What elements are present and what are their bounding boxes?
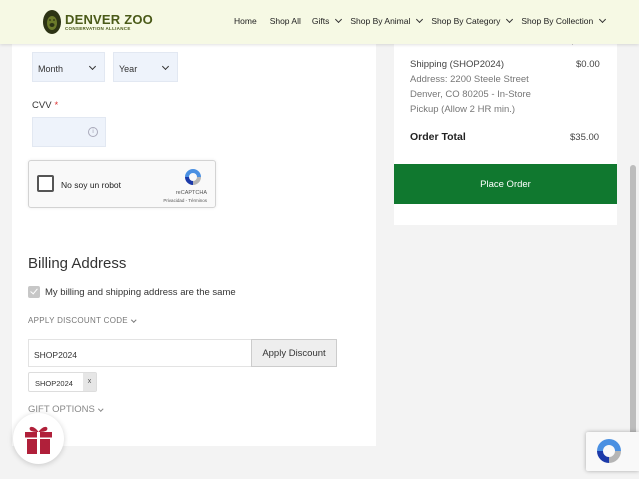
nav-home[interactable]: Home — [234, 16, 257, 26]
apply-discount-toggle[interactable]: APPLY DISCOUNT CODE — [28, 316, 137, 325]
gift-icon — [25, 426, 52, 454]
nav-shop-by-animal[interactable]: Shop By Animal — [350, 15, 424, 26]
chevron-down-icon — [335, 15, 343, 24]
chevron-down-icon — [416, 15, 424, 24]
order-total-value: $35.00 — [570, 132, 600, 143]
apply-discount-button[interactable]: Apply Discount — [251, 339, 337, 367]
chevron-down-icon — [599, 15, 607, 24]
recaptcha-checkbox[interactable] — [37, 175, 54, 192]
shipping-value: $0.00 — [576, 59, 600, 70]
chevron-down-icon — [88, 62, 97, 71]
same-address-label[interactable]: My billing and shipping address are the … — [45, 287, 236, 298]
logo-subtitle: CONSERVATION ALLIANCE — [65, 25, 131, 31]
discount-code-input[interactable]: SHOP2024 — [28, 339, 251, 367]
nav-gifts[interactable]: Gifts — [312, 15, 343, 26]
chevron-down-icon — [161, 62, 170, 71]
gift-bubble-button[interactable] — [13, 413, 64, 464]
recaptcha-icon — [597, 439, 621, 463]
nav-shop-all[interactable]: Shop All — [270, 16, 301, 26]
chevron-down-icon — [131, 317, 137, 322]
cvv-input[interactable]: i — [32, 117, 106, 147]
main-nav: Home Shop All Gifts Shop By Animal Shop … — [234, 15, 607, 26]
page-scrollbar[interactable] — [630, 165, 636, 465]
chevron-down-icon — [98, 406, 104, 411]
recaptcha-widget: No soy un robot reCAPTCHA Privacidad - T… — [28, 160, 216, 208]
nav-shop-by-category[interactable]: Shop By Category — [431, 15, 514, 26]
site-header: DENVER ZOO CONSERVATION ALLIANCE Home Sh… — [0, 0, 639, 44]
recaptcha-badge[interactable] — [586, 432, 639, 471]
applied-code-tag: SHOP2024 x — [28, 372, 97, 392]
shipping-address: Address: 2200 Steele Street Denver, CO 8… — [410, 74, 531, 115]
recaptcha-label: No soy un robot — [61, 180, 122, 190]
billing-address-title: Billing Address — [28, 255, 127, 272]
same-address-checkbox[interactable] — [28, 286, 40, 298]
nav-shop-by-collection[interactable]: Shop By Collection — [521, 15, 607, 26]
order-total-label: Order Total — [410, 131, 466, 143]
chevron-down-icon — [506, 15, 514, 24]
expiry-month-select[interactable]: Month — [32, 52, 105, 82]
recaptcha-links[interactable]: Privacidad - Términos — [163, 198, 207, 203]
applied-code-text: SHOP2024 — [35, 379, 73, 388]
logo-title: DENVER ZOO — [65, 11, 153, 27]
expiry-year-select[interactable]: Year — [113, 52, 178, 82]
recaptcha-icon — [185, 169, 201, 185]
required-asterisk: * — [54, 100, 59, 111]
cvv-label: CVV * — [32, 100, 59, 111]
info-icon[interactable]: i — [88, 127, 98, 137]
denver-zoo-logo[interactable]: DENVER ZOO CONSERVATION ALLIANCE — [42, 9, 153, 35]
remove-code-button[interactable]: x — [83, 373, 96, 391]
shipping-label: Shipping (SHOP2024) — [410, 59, 504, 70]
recaptcha-brand: reCAPTCHA — [175, 190, 207, 196]
place-order-button[interactable]: Place Order — [394, 164, 617, 204]
lion-head-icon — [43, 10, 61, 34]
